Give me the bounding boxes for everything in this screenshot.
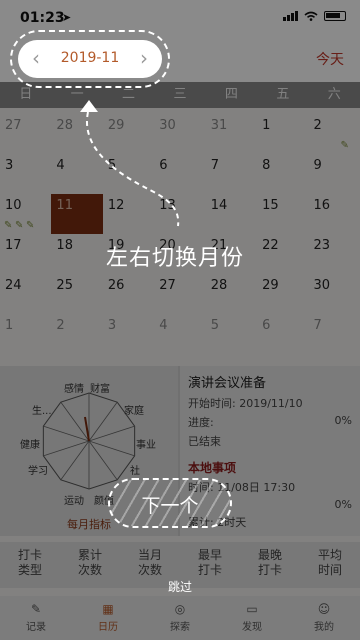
pointer-triangle-icon xyxy=(80,100,98,112)
calendar-app: 01:23 ➤ ‹ 2019-11 › 今天 日一二三四五六 272829303… xyxy=(0,0,360,640)
next-button-label: 下一个 xyxy=(141,495,199,517)
guide-curve xyxy=(85,111,180,227)
tutorial-overlay[interactable]: ‹ 2019-11 › 左右切换月份 下一个 跳过 xyxy=(0,0,360,640)
skip-button[interactable]: 跳过 xyxy=(0,578,360,595)
tutorial-hint: 左右切换月份 xyxy=(106,246,245,271)
next-button[interactable]: 下一个 xyxy=(108,478,232,528)
highlight-ring xyxy=(10,30,170,88)
